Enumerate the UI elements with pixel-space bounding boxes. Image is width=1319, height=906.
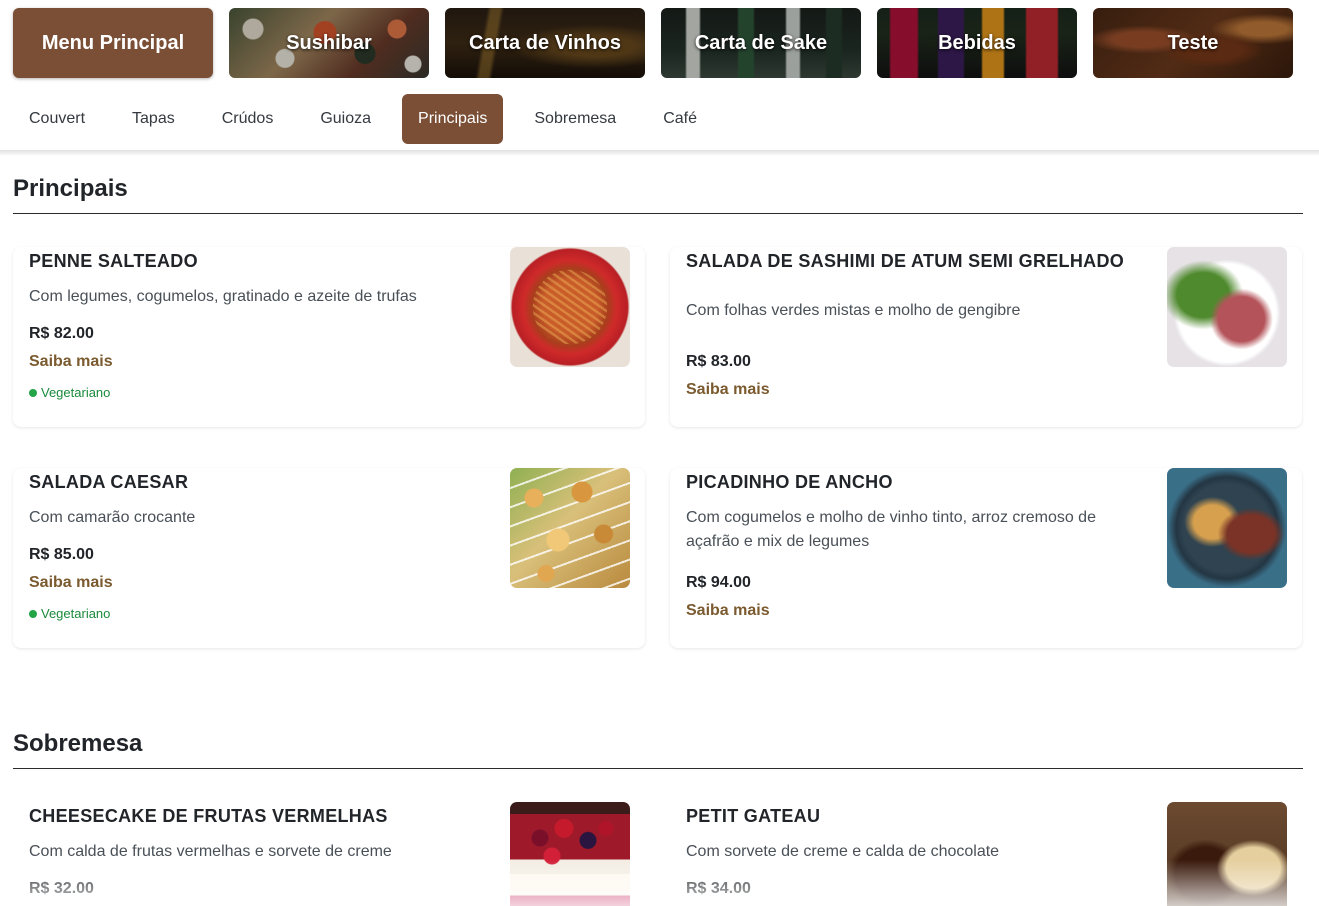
category-bar: Menu Principal Sushibar Carta de Vinhos … bbox=[13, 8, 1303, 78]
tab-couvert[interactable]: Couvert bbox=[13, 94, 101, 144]
tab-tapas[interactable]: Tapas bbox=[116, 94, 191, 144]
item-photo-petit-gateau[interactable] bbox=[1167, 802, 1287, 906]
item-price: R$ 94.00 bbox=[686, 574, 751, 591]
category-label: Carta de Sake bbox=[694, 31, 828, 54]
item-photo-cheesecake[interactable] bbox=[510, 802, 630, 906]
saiba-mais-link[interactable]: Saiba mais bbox=[686, 381, 770, 399]
vegetarian-badge: Vegetariano bbox=[29, 385, 110, 400]
item-name: PENNE SALTEADO bbox=[29, 251, 198, 271]
section-title-principais: Principais bbox=[13, 175, 128, 202]
item-description: Com camarão crocante bbox=[29, 509, 196, 526]
subcategory-tabs: Couvert Tapas Crúdos Guioza Principais S… bbox=[13, 94, 713, 144]
saiba-mais-link[interactable]: Saiba mais bbox=[686, 602, 770, 620]
item-price: R$ 32.00 bbox=[29, 880, 94, 897]
item-price: R$ 83.00 bbox=[686, 353, 751, 370]
item-photo-picadinho[interactable] bbox=[1167, 468, 1287, 588]
saiba-mais-link[interactable]: Saiba mais bbox=[29, 353, 113, 371]
menu-item-card[interactable]: PETIT GATEAU Com sorvete de creme e cald… bbox=[670, 802, 1302, 906]
category-menu-principal[interactable]: Menu Principal bbox=[13, 8, 213, 78]
category-label: Menu Principal bbox=[41, 31, 185, 54]
item-description: Com legumes, cogumelos, gratinado e azei… bbox=[29, 288, 417, 305]
menu-item-card[interactable]: SALADA CAESAR Com camarão crocante R$ 85… bbox=[13, 468, 645, 648]
category-label: Bebidas bbox=[938, 31, 1016, 54]
category-carta-de-sake[interactable]: Carta de Sake bbox=[661, 8, 861, 78]
item-price: R$ 82.00 bbox=[29, 325, 94, 342]
tab-crudos[interactable]: Crúdos bbox=[206, 94, 290, 144]
category-sushibar[interactable]: Sushibar bbox=[229, 8, 429, 78]
item-photo-sashimi-salad[interactable] bbox=[1167, 247, 1287, 367]
menu-item-card[interactable]: CHEESECAKE DE FRUTAS VERMELHAS Com calda… bbox=[13, 802, 645, 906]
category-bebidas[interactable]: Bebidas bbox=[877, 8, 1077, 78]
nav-divider-shadow bbox=[0, 150, 1319, 156]
section-divider bbox=[13, 213, 1303, 214]
category-label: Teste bbox=[1167, 31, 1219, 54]
badge-label: Vegetariano bbox=[41, 606, 111, 621]
category-teste[interactable]: Teste bbox=[1093, 8, 1293, 78]
item-name: CHEESECAKE DE FRUTAS VERMELHAS bbox=[29, 806, 388, 826]
item-name: PETIT GATEAU bbox=[686, 806, 821, 826]
item-name: SALADA CAESAR bbox=[29, 472, 189, 492]
item-description: Com cogumelos e molho de vinho tinto, ar… bbox=[686, 509, 1096, 550]
tab-cafe[interactable]: Café bbox=[647, 94, 713, 144]
category-carta-de-vinhos[interactable]: Carta de Vinhos bbox=[445, 8, 645, 78]
tab-sobremesa[interactable]: Sobremesa bbox=[518, 94, 632, 144]
tab-principais[interactable]: Principais bbox=[402, 94, 504, 144]
item-photo-caesar[interactable] bbox=[510, 468, 630, 588]
item-price: R$ 34.00 bbox=[686, 880, 751, 897]
vegetarian-dot-icon bbox=[29, 388, 37, 397]
item-name: SALADA DE SASHIMI DE ATUM SEMI GRELHADO bbox=[686, 251, 1125, 271]
item-price: R$ 85.00 bbox=[29, 546, 94, 563]
item-description: Com sorvete de creme e calda de chocolat… bbox=[686, 843, 1000, 860]
tab-guioza[interactable]: Guioza bbox=[304, 94, 387, 144]
menu-item-card[interactable]: PENNE SALTEADO Com legumes, cogumelos, g… bbox=[13, 247, 645, 427]
vegetarian-dot-icon bbox=[29, 609, 37, 618]
vegetarian-badge: Vegetariano bbox=[29, 606, 110, 621]
item-name: PICADINHO DE ANCHO bbox=[686, 472, 893, 492]
section-divider bbox=[13, 768, 1303, 769]
item-description: Com folhas verdes mistas e molho de geng… bbox=[686, 302, 1021, 319]
category-label: Carta de Vinhos bbox=[469, 31, 621, 54]
menu-item-card[interactable]: PICADINHO DE ANCHO Com cogumelos e molho… bbox=[670, 468, 1302, 648]
saiba-mais-link[interactable]: Saiba mais bbox=[29, 574, 113, 592]
section-title-sobremesa: Sobremesa bbox=[13, 730, 143, 757]
badge-label: Vegetariano bbox=[41, 385, 111, 400]
menu-item-card[interactable]: SALADA DE SASHIMI DE ATUM SEMI GRELHADO … bbox=[670, 247, 1302, 427]
item-description: Com calda de frutas vermelhas e sorvete … bbox=[29, 843, 392, 860]
category-label: Sushibar bbox=[286, 31, 372, 54]
item-photo-penne[interactable] bbox=[510, 247, 630, 367]
